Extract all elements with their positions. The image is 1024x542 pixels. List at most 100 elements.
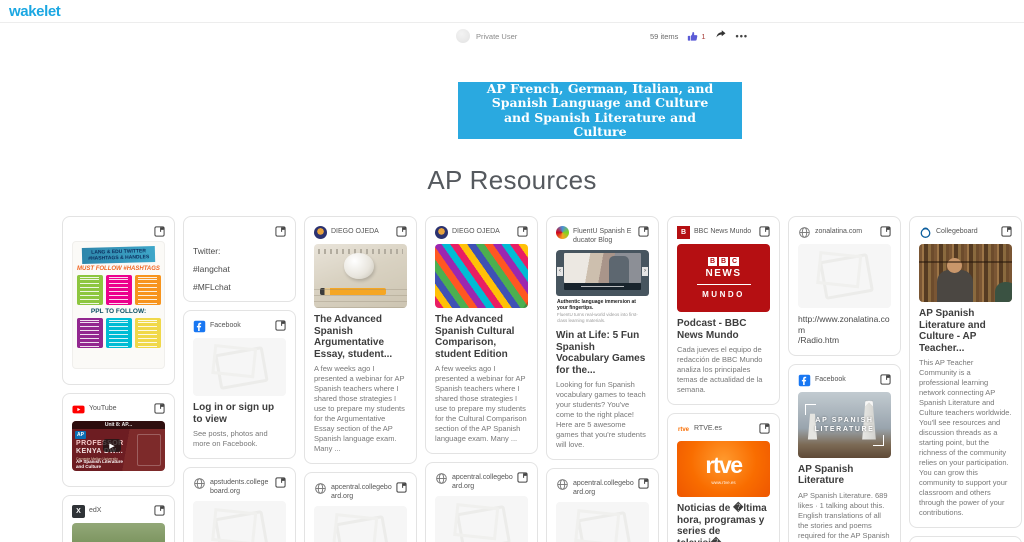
card-source: DIEGO OJEDA — [452, 228, 500, 235]
collection-title: AP French, German, Italian, and Spanish … — [486, 80, 714, 139]
text-line: #MFLchat — [193, 282, 231, 292]
external-link-icon[interactable] — [154, 403, 165, 414]
fluentu-image: ‹ › Authentic language immersion at your f… — [556, 250, 649, 324]
external-link-icon[interactable] — [759, 226, 770, 237]
card-description: A few weeks ago I presented a webinar fo… — [314, 364, 405, 453]
external-link-icon[interactable] — [880, 226, 891, 237]
facebook-login-card[interactable]: Facebook Log in or sign up to view See pos… — [183, 310, 296, 459]
card-header: Collegeboard — [919, 226, 1012, 239]
poster-ppl-follow-text: PPL TO FOLLOW: — [90, 308, 147, 315]
next-arrow-icon[interactable]: › — [642, 267, 648, 277]
bbc-logo-letter: C — [730, 257, 739, 266]
tagline-subtext: FluentU turns real-world videos into fir… — [557, 312, 638, 323]
video-caption-bar — [564, 283, 641, 291]
top-nav-bar: wakelet — [0, 0, 1024, 23]
person-figure — [937, 258, 1012, 302]
card-header: Facebook — [798, 373, 891, 387]
apcentral-chinese-card[interactable]: apcentral.collegeboard.orghttps://apcent… — [425, 462, 538, 542]
apcentral-italian-card[interactable]: apcentral.collegeboard.orghttps://apcent… — [304, 472, 417, 542]
section-title: AP Resources — [427, 165, 597, 195]
rtve-image: rtve www.rtve.es — [677, 441, 770, 497]
color-block — [105, 318, 132, 348]
card-description: Cada jueves el equipo de redacción de BB… — [677, 345, 763, 394]
external-link-icon[interactable] — [275, 226, 286, 237]
globe-icon — [193, 477, 206, 490]
collection-owner[interactable]: Private User — [456, 29, 517, 43]
text-line: #langchat — [193, 264, 230, 274]
external-link-icon[interactable] — [275, 320, 286, 331]
card-title: AP Spanish Literature and Culture - AP T… — [919, 308, 986, 354]
external-link-icon[interactable] — [396, 226, 407, 237]
external-link-icon[interactable] — [154, 505, 165, 516]
collection-actions: 59 items 1 ••• — [650, 27, 748, 45]
diego-essay-card[interactable]: DIEGO OJEDA The Advanced Spanish Argument… — [304, 216, 417, 464]
card-source: apcentral.collegeboard.org — [331, 484, 392, 501]
external-link-icon[interactable] — [154, 226, 165, 237]
external-link-icon[interactable] — [517, 226, 528, 237]
external-link-icon[interactable] — [1001, 226, 1012, 237]
twitter-note-card[interactable]: Twitter: #langchat #MFLchat — [183, 216, 296, 302]
hashtag-poster-card[interactable]: LANG & EDU TWITTER #HASHTAGS & HANDLES MUS… — [62, 216, 175, 385]
poster-must-follow-text: MUST FOLLOW #HASHTAGS — [77, 266, 160, 272]
globe-icon — [798, 226, 811, 239]
apcentral-german-card[interactable]: apcentral.collegeboard.orghttps://apcent… — [546, 468, 659, 542]
apcentral-extra-card[interactable]: apcentral.collegeboard.org — [909, 536, 1022, 542]
placeholder-watermark — [577, 511, 632, 542]
windmill-image: AP SPANISH LITERATURE — [798, 391, 891, 458]
youtube-video-card[interactable]: YouTube Unit 8: AP... AP PROFESSOR KENYA DW.… — [62, 393, 175, 487]
edx-course-card[interactable]: XedX — [62, 495, 175, 542]
avatar[interactable] — [456, 29, 470, 43]
zonalatina-link-card[interactable]: zonalatina.com http://www.zonalatina.com … — [788, 216, 901, 356]
card-header: apcentral.collegeboard.org — [435, 472, 528, 491]
poster-title: LANG & EDU TWITTER #HASHTAGS & HANDLES — [81, 246, 156, 264]
play-button-icon[interactable]: ▶ — [103, 439, 121, 452]
external-link-icon[interactable] — [517, 472, 528, 483]
share-arrow-icon — [716, 30, 726, 38]
facebook-icon — [798, 374, 811, 387]
thumbs-up-icon — [688, 31, 698, 41]
notebook-image — [314, 244, 407, 308]
collegeboard-community-card[interactable]: Collegeboard AP Spanish Literature and Cu… — [909, 216, 1022, 528]
like-count: 1 — [701, 31, 706, 41]
diego-icon — [435, 226, 448, 239]
collection-title-banner: AP French, German, Italian, and Spanish … — [458, 80, 742, 139]
share-button[interactable] — [715, 27, 727, 45]
card-source: BBC News Mundo — [694, 228, 752, 235]
video-title-bar: Unit 8: AP... — [72, 421, 165, 429]
diego-cultural-card[interactable]: DIEGO OJEDA The Advanced Spanish Cultural… — [425, 216, 538, 454]
placeholder-image — [556, 502, 649, 542]
card-source: RTVE.es — [694, 425, 722, 432]
placeholder-watermark — [819, 252, 874, 300]
external-link-icon[interactable] — [638, 478, 649, 489]
owner-name: Private User — [476, 31, 518, 41]
card-source: FluentU Spanish Educator Blog — [573, 228, 632, 245]
bbc-image: B B C NEWS MUNDO — [677, 244, 770, 312]
card-source: Collegeboard — [936, 228, 978, 235]
rtve-url-text: www.rtve.es — [711, 479, 736, 485]
bbc-podcast-card[interactable]: B BBC News Mundo B B C NEWS MUNDO Podcast - BBC… — [667, 216, 780, 405]
video-screen: ‹ › — [556, 250, 649, 297]
card-source: DIEGO OJEDA — [331, 228, 379, 235]
card-source: zonalatina.com — [815, 228, 863, 235]
more-options-button[interactable]: ••• — [736, 31, 748, 41]
masonry-column: B BBC News Mundo B B C NEWS MUNDO Podcast - BBC… — [667, 216, 780, 542]
rtve-news-card[interactable]: rtve RTVE.es rtve www.rtve.es Noticias de �l… — [667, 413, 780, 542]
external-link-icon[interactable] — [638, 226, 649, 237]
wakelet-logo[interactable]: wakelet — [9, 3, 61, 20]
like-button[interactable]: 1 — [687, 31, 706, 42]
facebook-apspanlit-card[interactable]: Facebook AP SPANISH LITERATURE AP Spanish L… — [788, 363, 901, 542]
divider — [696, 284, 751, 285]
fluentu-games-card[interactable]: FluentU Spanish Educator Blog ‹ › Authentic… — [546, 216, 659, 461]
apstudents-link-card[interactable]: apstudents.collegeboard.org — [183, 467, 296, 542]
card-header: XedX — [72, 505, 165, 518]
external-link-icon[interactable] — [880, 373, 891, 385]
external-link-icon[interactable] — [275, 477, 286, 488]
external-link-icon[interactable] — [759, 423, 770, 434]
collegeboard-icon — [919, 226, 932, 239]
card-link-text[interactable]: http://www.zonalatina.com /Radio.htm — [798, 314, 891, 346]
card-title: The Advanced Spanish Argumentative Essay… — [314, 314, 393, 360]
card-title: Win at Life: 5 Fun Spanish Vocabulary Ga… — [556, 330, 646, 376]
external-link-icon[interactable] — [396, 482, 407, 493]
color-block — [134, 275, 161, 305]
prev-arrow-icon[interactable]: ‹ — [557, 267, 563, 277]
